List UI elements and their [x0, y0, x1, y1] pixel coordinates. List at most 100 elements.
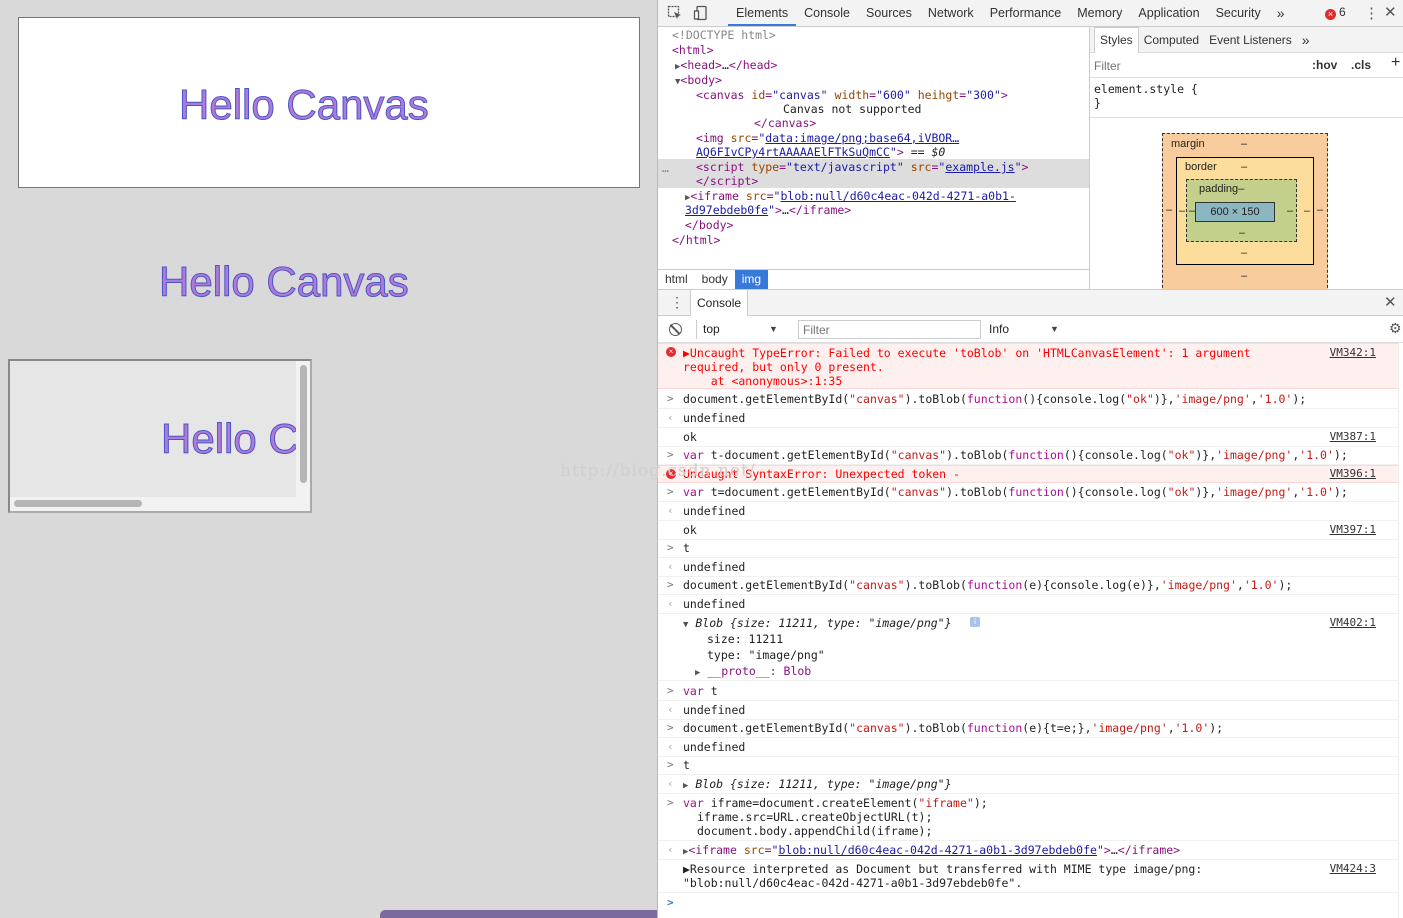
gear-icon[interactable]: ⚙ [1389, 320, 1402, 337]
canvas-element[interactable]: Hello Canvas [18, 17, 640, 188]
node-body-close[interactable]: </body> [685, 218, 733, 232]
crumb-body[interactable]: body [695, 270, 735, 289]
clear-console-icon[interactable] [669, 323, 682, 336]
source-link[interactable]: VM397:1 [1330, 523, 1376, 537]
devtools-menu-icon[interactable]: ⋮ [1364, 4, 1379, 22]
node-script-close[interactable]: </script> [696, 174, 758, 188]
node-canvas[interactable]: <canvas id="canvas" width="600" heihgt="… [696, 88, 1008, 102]
styles-tabs: Styles Computed Event Listeners » [1090, 27, 1403, 53]
styles-more-tabs[interactable]: » [1297, 27, 1315, 52]
console-input[interactable]: > t [658, 540, 1398, 558]
crumb-html[interactable]: html [658, 270, 695, 289]
iframe-hello-text: Hello C [161, 415, 300, 462]
console-input[interactable]: > var t [658, 683, 1398, 701]
console-blob-collapsed[interactable]: ‹ ▶ Blob {size: 11211, type: "image/png"… [658, 775, 1398, 794]
node-iframe-cont[interactable]: 3d97ebdeb0fe">…</iframe> [685, 203, 851, 217]
selected-node-ellipsis[interactable]: … [662, 161, 669, 175]
tab-performance[interactable]: Performance [982, 0, 1070, 26]
input-prompt-icon: > [667, 578, 674, 591]
console-input[interactable]: > document.getElementById("canvas").toBl… [658, 577, 1398, 595]
iframe-horizontal-scrollbar[interactable] [10, 497, 310, 511]
console-log: ok VM397:1 [658, 521, 1398, 540]
inspect-element-icon[interactable] [667, 5, 683, 21]
error-count-badge[interactable]: × 6 [1325, 5, 1346, 20]
device-toolbar-icon[interactable] [693, 5, 709, 21]
close-devtools-icon[interactable]: ✕ [1384, 3, 1397, 21]
tab-memory[interactable]: Memory [1069, 0, 1130, 26]
source-link[interactable]: VM342:1 [1330, 346, 1376, 360]
box-model-border[interactable]: border – – – – padding– – – – 600 × 150 [1176, 157, 1314, 265]
iframe-horizontal-thumb[interactable] [14, 500, 142, 507]
box-model-padding[interactable]: padding– – – – 600 × 150 [1186, 179, 1297, 242]
tab-event-listeners[interactable]: Event Listeners [1204, 27, 1297, 52]
more-tabs-button[interactable]: » [1269, 0, 1293, 26]
chevron-down-icon: ▼ [1050, 324, 1059, 334]
node-html-close[interactable]: </html> [672, 233, 720, 247]
console-blob-object[interactable]: ▼ Blob {size: 11211, type: "image/png"} … [658, 614, 1398, 681]
console-input[interactable]: > var t-document.getElementById("canvas"… [658, 447, 1398, 465]
console-error[interactable]: × Uncaught SyntaxError: Unexpected token… [658, 465, 1398, 483]
source-link[interactable]: VM396:1 [1330, 467, 1376, 481]
node-html[interactable]: <html> [672, 43, 714, 57]
console-result: ‹ undefined [658, 595, 1398, 614]
tab-console[interactable]: Console [796, 0, 858, 26]
console-prompt[interactable]: > [658, 894, 1398, 914]
crumb-img[interactable]: img [734, 270, 769, 289]
styles-filter-input[interactable] [1094, 57, 1294, 74]
error-count: 6 [1339, 5, 1346, 19]
close-drawer-icon[interactable]: ✕ [1384, 293, 1397, 311]
node-body[interactable]: ▼<body> [675, 73, 722, 89]
context-value: top [703, 322, 720, 336]
node-img[interactable]: <img src="data:image/png;base64,iVBOR… [696, 131, 959, 145]
styles-filter-bar: :hov .cls + [1090, 53, 1403, 78]
info-icon[interactable]: i [970, 617, 980, 627]
console-error[interactable]: × ▶Uncaught TypeError: Failed to execute… [658, 343, 1398, 389]
drawer-menu-icon[interactable]: ⋮ [670, 294, 684, 311]
context-selector[interactable]: top ▼ [696, 320, 780, 339]
tab-styles[interactable]: Styles [1094, 27, 1139, 53]
box-model-margin[interactable]: margin – – – – border – – – – padding– –… [1162, 133, 1328, 289]
box-model-content[interactable]: 600 × 150 [1195, 202, 1275, 222]
node-script[interactable]: <script type="text/javascript" src="exam… [696, 160, 1028, 174]
result-arrow-icon: ‹ [667, 411, 674, 424]
node-img-cont[interactable]: AQ6FIvCPy4rtAAAAAElFTkSuQmCC"> == $0 [696, 145, 945, 159]
log-level-selector[interactable]: Info ▼ [989, 320, 1069, 339]
tab-computed[interactable]: Computed [1139, 27, 1204, 52]
console-warning[interactable]: ▶Resource interpreted as Document but tr… [658, 860, 1398, 893]
source-link[interactable]: VM387:1 [1330, 430, 1376, 444]
console-result[interactable]: ‹ ▶<iframe src="blob:null/d60c4eac-042d-… [658, 841, 1398, 860]
drawer-tab-console[interactable]: Console [690, 290, 749, 316]
element-style-rule[interactable]: element.style { } [1090, 78, 1403, 118]
iframe-vertical-thumb[interactable] [300, 365, 307, 483]
console-input[interactable]: > var iframe=document.createElement("ifr… [658, 795, 1398, 841]
tab-security[interactable]: Security [1208, 0, 1269, 26]
console-input[interactable]: > var t=document.getElementById("canvas"… [658, 484, 1398, 502]
console-input[interactable]: > document.getElementById("canvas").toBl… [658, 720, 1398, 738]
new-style-rule-icon[interactable]: + [1391, 54, 1400, 72]
console-input[interactable]: > document.getElementById("canvas").toBl… [658, 391, 1398, 409]
console-input[interactable]: > t [658, 757, 1398, 775]
console-filter-input[interactable] [798, 320, 981, 339]
node-canvas-close[interactable]: </canvas> [754, 116, 816, 130]
console-scrollbar[interactable] [1398, 343, 1403, 918]
console-result: ‹ undefined [658, 738, 1398, 757]
canvas-fallback-text[interactable]: Canvas not supported [783, 102, 921, 116]
console-messages: × ▶Uncaught TypeError: Failed to execute… [658, 343, 1403, 918]
devtools-tabbar: Elements Console Sources Network Perform… [658, 0, 1403, 27]
iframe-vertical-scrollbar[interactable] [296, 361, 310, 499]
node-doctype[interactable]: <!DOCTYPE html> [672, 28, 776, 42]
source-link[interactable]: VM402:1 [1330, 616, 1376, 630]
tab-elements[interactable]: Elements [728, 0, 797, 26]
cls-toggle[interactable]: .cls [1351, 58, 1371, 72]
input-prompt-icon: > [667, 541, 674, 554]
input-prompt-icon: > [667, 485, 674, 498]
tab-network[interactable]: Network [920, 0, 982, 26]
tab-application[interactable]: Application [1130, 0, 1207, 26]
node-head[interactable]: ▶<head>…</head> [675, 58, 777, 74]
source-link[interactable]: VM424:3 [1330, 862, 1376, 876]
tab-sources[interactable]: Sources [858, 0, 920, 26]
blob-iframe[interactable]: Hello C [8, 359, 312, 513]
hov-toggle[interactable]: :hov [1312, 58, 1337, 72]
breadcrumb: html body img [658, 269, 1089, 289]
styles-pane: Styles Computed Event Listeners » :hov .… [1089, 27, 1403, 289]
